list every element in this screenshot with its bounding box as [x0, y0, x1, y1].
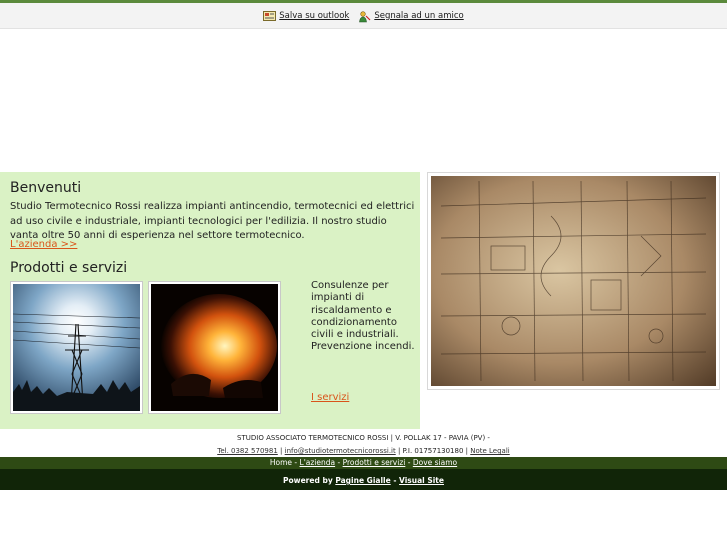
- nav-azienda[interactable]: L'azienda: [300, 458, 336, 467]
- nav-prodotti[interactable]: Prodotti e servizi: [343, 458, 406, 467]
- welcome-text: Studio Termotecnico Rossi realizza impia…: [10, 201, 415, 241]
- save-outlook-link[interactable]: Salva su outlook: [263, 10, 350, 21]
- powered-by-label: Powered by: [283, 476, 333, 485]
- servizi-link[interactable]: I servizi: [311, 392, 349, 403]
- footer-powered: Powered by Pagine Gialle - Visual Site: [0, 469, 727, 490]
- power-pylon-image: [10, 281, 143, 414]
- blueprint-photo: [427, 172, 720, 390]
- azienda-link[interactable]: L'azienda >>: [10, 239, 77, 250]
- share-friend-link[interactable]: Segnala ad un amico: [358, 10, 464, 22]
- welcome-heading: Benvenuti: [10, 180, 82, 196]
- pagine-gialle-link[interactable]: Pagine Gialle: [335, 476, 390, 485]
- visual-site-link[interactable]: Visual Site: [399, 476, 444, 485]
- services-text: Consulenze per impianti di riscaldamento…: [311, 280, 415, 353]
- company-address: STUDIO ASSOCIATO TERMOTECNICO ROSSI | V.…: [237, 434, 490, 442]
- products-heading: Prodotti e servizi: [10, 260, 128, 276]
- nav-dove[interactable]: Dove siamo: [413, 458, 457, 467]
- email-link[interactable]: info@studiotermotecnicorossi.it: [285, 447, 396, 455]
- phone-link[interactable]: Tel. 0382 570981: [217, 447, 278, 455]
- person-icon: [358, 10, 371, 22]
- footer-nav: Home - L'azienda - Prodotti e servizi - …: [0, 457, 727, 469]
- vat-number: | P.I. 01757130180 |: [397, 447, 468, 455]
- outlook-icon: [263, 10, 277, 21]
- share-friend-label: Segnala ad un amico: [374, 10, 464, 21]
- main-content: Benvenuti Studio Termotecnico Rossi real…: [0, 172, 420, 429]
- save-outlook-label: Salva su outlook: [279, 10, 350, 21]
- footer-info: STUDIO ASSOCIATO TERMOTECNICO ROSSI | V.…: [0, 432, 727, 458]
- fire-image: [148, 281, 281, 414]
- toolbar: Salva su outlook Segnala ad un amico: [0, 3, 727, 29]
- legal-notes-link[interactable]: Note Legali: [470, 447, 510, 455]
- nav-home[interactable]: Home: [270, 458, 292, 467]
